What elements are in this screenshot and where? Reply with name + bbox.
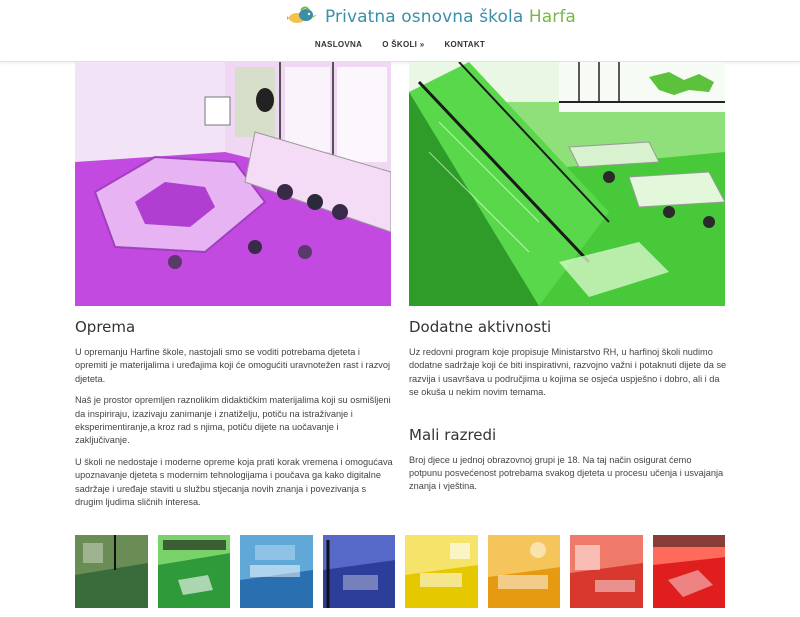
section-oprema: Oprema U opremanju Harfine škole, nastoj…: [75, 318, 393, 517]
site-title-accent: Harfa: [528, 7, 576, 27]
site-header: Privatna osnovna škola Harfa NASLOVNA O …: [0, 0, 800, 62]
section-title-oprema: Oprema: [75, 318, 136, 336]
section-dodatne-aktivnosti: Dodatne aktivnosti Uz redovni program ko…: [409, 318, 727, 502]
paragraph: Uz redovni program koje propisuje Minist…: [409, 347, 727, 398]
gallery-thumbnail-5[interactable]: [405, 535, 478, 608]
gallery-thumbnail-2[interactable]: [157, 535, 230, 608]
gallery-thumbnails: [75, 535, 725, 608]
site-logo[interactable]: Privatna osnovna škola Harfa: [285, 5, 576, 29]
hero-image-hall: [409, 62, 725, 306]
gallery-thumbnail-3[interactable]: [240, 535, 313, 608]
bird-fish-logo-icon: [285, 6, 317, 28]
paragraph: U školi ne nedostaje i moderne opreme ko…: [75, 456, 393, 508]
gallery-thumbnail-1[interactable]: [75, 535, 148, 608]
section-title-dodatne-aktivnosti: Dodatne aktivnosti: [409, 318, 552, 336]
paragraph: Naš je prostor opremljen raznolikim dida…: [75, 395, 391, 446]
hero-image-classroom: [75, 62, 391, 306]
site-title: Privatna osnovna škola Harfa: [325, 7, 576, 27]
gallery-thumbnail-4[interactable]: [322, 535, 395, 608]
paragraph: U opremanju Harfine škole, nastojali smo…: [75, 347, 391, 384]
nav-item-kontakt[interactable]: KONTAKT: [444, 40, 485, 49]
main-nav: NASLOVNA O ŠKOLI » KONTAKT: [0, 40, 800, 49]
section-title-mali-razredi: Mali razredi: [409, 425, 497, 444]
gallery-thumbnail-7[interactable]: [570, 535, 643, 608]
gallery-thumbnail-6[interactable]: [487, 535, 560, 608]
site-title-main: Privatna osnovna škola: [325, 7, 529, 27]
nav-item-naslovna[interactable]: NASLOVNA: [315, 40, 362, 49]
gallery-thumbnail-8[interactable]: [652, 535, 725, 608]
nav-item-o-skoli[interactable]: O ŠKOLI »: [382, 40, 424, 49]
paragraph: Broj djece u jednoj obrazovnoj grupi je …: [409, 454, 724, 492]
